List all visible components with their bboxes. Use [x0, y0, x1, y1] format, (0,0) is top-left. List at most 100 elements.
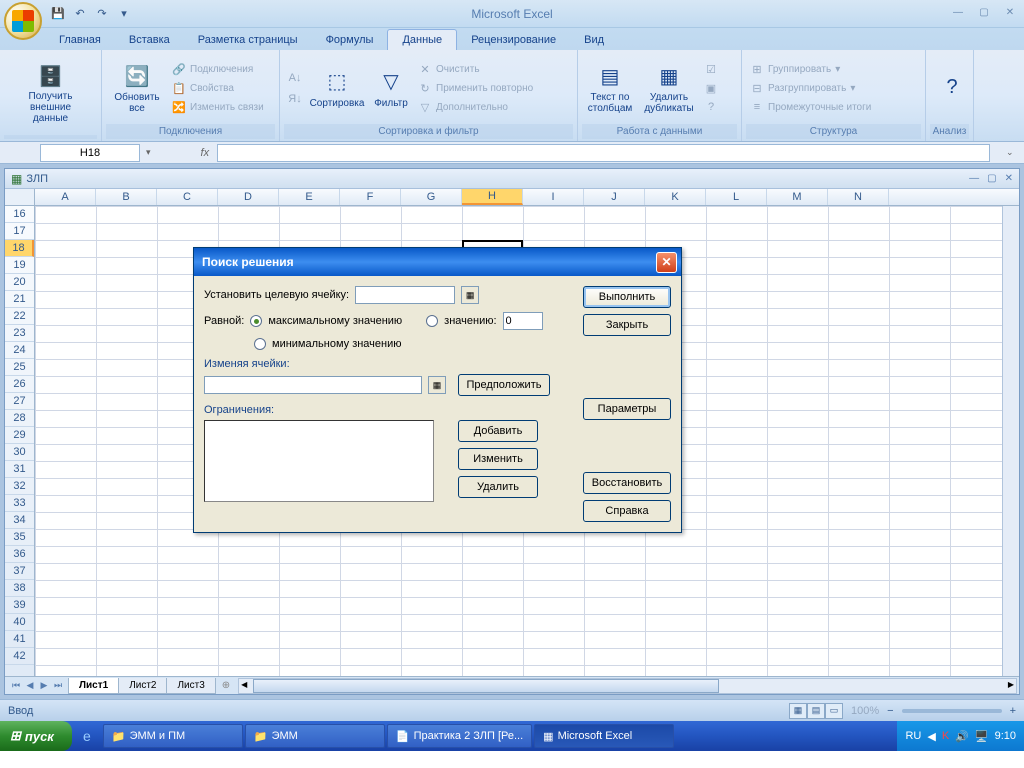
dialog-close-button[interactable]: ✕ [656, 252, 677, 273]
column-header[interactable]: H [462, 189, 523, 205]
row-header[interactable]: 27 [5, 393, 34, 410]
row-header[interactable]: 42 [5, 648, 34, 665]
ungroup-button[interactable]: ⊟Разгруппировать ▾ [748, 79, 873, 98]
restore-button[interactable]: Восстановить [583, 472, 671, 494]
column-header[interactable]: D [218, 189, 279, 205]
scrollbar-thumb[interactable] [253, 679, 719, 693]
column-header[interactable]: F [340, 189, 401, 205]
ref-picker-button[interactable]: ▦ [428, 376, 446, 394]
sheet-tab[interactable]: Лист2 [118, 678, 167, 694]
row-header[interactable]: 26 [5, 376, 34, 393]
redo-icon[interactable]: ↷ [94, 6, 110, 22]
ie-icon[interactable]: e [83, 728, 91, 744]
changing-cells-input[interactable] [204, 376, 422, 394]
tab-pagelayout[interactable]: Разметка страницы [184, 30, 312, 50]
remove-duplicates-button[interactable]: ▦ Удалить дубликаты [640, 56, 698, 120]
target-cell-input[interactable] [355, 286, 455, 304]
subtotal-button[interactable]: ≡Промежуточные итоги [748, 98, 873, 117]
row-header[interactable]: 41 [5, 631, 34, 648]
column-header[interactable]: K [645, 189, 706, 205]
new-sheet-icon[interactable]: ⊕ [216, 680, 236, 691]
zoom-level[interactable]: 100% [851, 705, 879, 717]
zoom-slider[interactable] [902, 709, 1002, 713]
connections-button[interactable]: 🔗Подключения [170, 60, 266, 79]
tab-last-icon[interactable]: ⏭ [51, 680, 65, 691]
vertical-scrollbar[interactable] [1002, 206, 1019, 676]
save-icon[interactable]: 💾 [50, 6, 66, 22]
row-header[interactable]: 28 [5, 410, 34, 427]
execute-button[interactable]: Выполнить [583, 286, 671, 308]
row-header[interactable]: 23 [5, 325, 34, 342]
undo-icon[interactable]: ↶ [72, 6, 88, 22]
refresh-all-button[interactable]: 🔄 Обновить все [108, 56, 166, 120]
row-header[interactable]: 20 [5, 274, 34, 291]
constraints-listbox[interactable] [204, 420, 434, 502]
expand-formula-icon[interactable]: ⌄ [1006, 147, 1020, 158]
sheet-tab[interactable]: Лист1 [68, 678, 119, 694]
formula-input[interactable] [217, 144, 990, 162]
horizontal-scrollbar[interactable]: ◀ ▶ [238, 678, 1017, 694]
office-button[interactable] [4, 2, 42, 40]
tab-prev-icon[interactable]: ◀ [23, 680, 37, 691]
view-pagelayout-icon[interactable]: ▤ [807, 703, 825, 719]
column-header[interactable]: L [706, 189, 767, 205]
tray-icon[interactable]: K [942, 730, 949, 742]
column-header[interactable]: C [157, 189, 218, 205]
radio-min[interactable] [254, 338, 266, 350]
row-header[interactable]: 19 [5, 257, 34, 274]
taskbar-item[interactable]: 📁ЭММ и ПМ [103, 724, 243, 748]
view-normal-icon[interactable]: ▦ [789, 703, 807, 719]
tab-home[interactable]: Главная [45, 30, 115, 50]
column-header[interactable]: E [279, 189, 340, 205]
row-header[interactable]: 29 [5, 427, 34, 444]
filter-button[interactable]: ▽ Фильтр [370, 56, 412, 120]
advanced-filter-button[interactable]: ▽Дополнительно [416, 98, 535, 117]
tab-formulas[interactable]: Формулы [312, 30, 388, 50]
row-header[interactable]: 40 [5, 614, 34, 631]
wb-maximize-icon[interactable]: ▢ [987, 173, 996, 184]
column-header[interactable]: I [523, 189, 584, 205]
row-header[interactable]: 25 [5, 359, 34, 376]
change-constraint-button[interactable]: Изменить [458, 448, 538, 470]
clear-filter-button[interactable]: ✕Очистить [416, 60, 535, 79]
tray-icon[interactable]: ◀ [927, 730, 935, 743]
row-header[interactable]: 22 [5, 308, 34, 325]
tab-first-icon[interactable]: ⏮ [9, 680, 23, 691]
group-button[interactable]: ⊞Группировать ▾ [748, 60, 873, 79]
ref-picker-button[interactable]: ▦ [461, 286, 479, 304]
zoom-out-icon[interactable]: − [887, 705, 893, 717]
column-header[interactable]: J [584, 189, 645, 205]
edit-links-button[interactable]: 🔀Изменить связи [170, 98, 266, 117]
fx-icon[interactable]: fx [201, 147, 210, 159]
sort-desc-button[interactable]: Я↓ [286, 89, 304, 108]
delete-constraint-button[interactable]: Удалить [458, 476, 538, 498]
maximize-icon[interactable]: ▢ [974, 4, 994, 20]
data-validation-button[interactable]: ☑ [702, 60, 720, 79]
properties-button[interactable]: 📋Свойства [170, 79, 266, 98]
close-button[interactable]: Закрыть [583, 314, 671, 336]
row-header[interactable]: 38 [5, 580, 34, 597]
add-constraint-button[interactable]: Добавить [458, 420, 538, 442]
sort-asc-button[interactable]: A↓ [286, 68, 304, 87]
name-box[interactable]: H18 [40, 144, 140, 162]
taskbar-item[interactable]: 📁ЭММ [245, 724, 385, 748]
close-icon[interactable]: ✕ [1000, 4, 1020, 20]
wb-close-icon[interactable]: ✕ [1005, 173, 1013, 184]
radio-max[interactable] [250, 315, 262, 327]
tray-icon[interactable]: 🖥️ [975, 730, 989, 743]
sort-button[interactable]: ⬚ Сортировка [308, 56, 366, 120]
column-header[interactable]: M [767, 189, 828, 205]
row-header[interactable]: 18 [5, 240, 34, 257]
view-pagebreak-icon[interactable]: ▭ [825, 703, 843, 719]
row-header[interactable]: 31 [5, 461, 34, 478]
tab-data[interactable]: Данные [387, 29, 457, 50]
start-button[interactable]: ⊞ пуск [0, 721, 72, 751]
column-header[interactable]: N [828, 189, 889, 205]
row-header[interactable]: 16 [5, 206, 34, 223]
sheet-tab[interactable]: Лист3 [166, 678, 215, 694]
row-header[interactable]: 17 [5, 223, 34, 240]
parameters-button[interactable]: Параметры [583, 398, 671, 420]
select-all-corner[interactable] [5, 189, 35, 205]
tab-insert[interactable]: Вставка [115, 30, 184, 50]
solver-button[interactable]: ? [932, 56, 972, 120]
